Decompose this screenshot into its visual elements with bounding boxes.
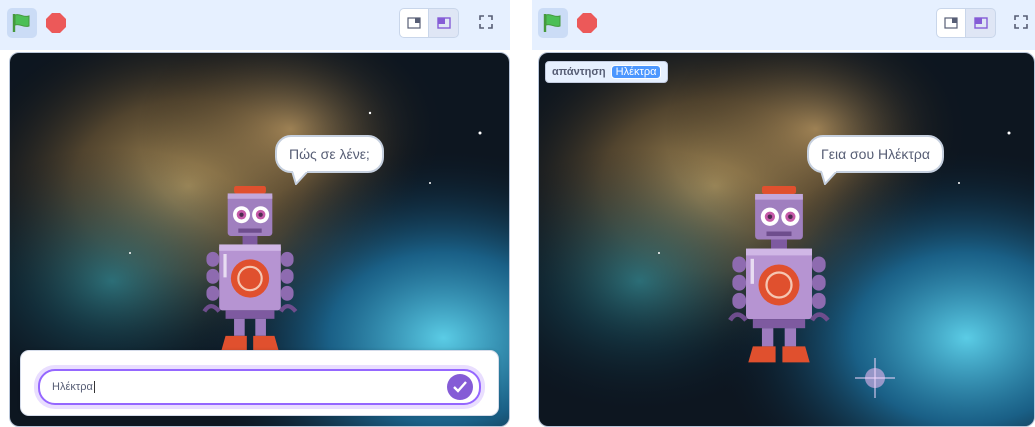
answer-input-text: Ηλέκτρα — [52, 381, 93, 393]
stop-button[interactable] — [41, 8, 71, 38]
stage-panel-ask: Πώς σε λένε; Ηλέκτρα — [0, 0, 510, 427]
speech-bubble-tail — [820, 171, 838, 185]
large-stage-icon — [436, 17, 451, 29]
answer-input[interactable]: Ηλέκτρα — [38, 369, 481, 405]
ask-prompt-box: Ηλέκτρα — [20, 350, 499, 416]
green-flag-icon — [12, 14, 30, 32]
green-flag-icon — [543, 14, 561, 32]
small-stage-icon — [407, 17, 421, 29]
fullscreen-icon — [479, 15, 493, 29]
answer-monitor[interactable]: απάντηση Ηλέκτρα — [545, 61, 669, 83]
large-stage-button[interactable] — [966, 8, 996, 38]
submit-answer-button[interactable] — [447, 374, 473, 400]
robot-sprite[interactable] — [719, 186, 839, 368]
check-icon — [453, 381, 467, 393]
stop-icon — [577, 13, 597, 33]
stop-icon — [46, 13, 66, 33]
robot-sprite[interactable] — [190, 186, 310, 356]
fullscreen-button[interactable] — [472, 8, 500, 36]
speech-text: Γεια σου Ηλέκτρα — [821, 146, 930, 162]
stage-toolbar — [532, 0, 1035, 50]
stop-button[interactable] — [572, 8, 602, 38]
monitor-value: Ηλέκτρα — [610, 65, 662, 79]
speech-bubble: Πώς σε λένε; — [275, 135, 384, 173]
monitor-label: απάντηση — [552, 66, 606, 78]
fullscreen-button[interactable] — [1007, 8, 1035, 36]
fullscreen-icon — [1014, 15, 1028, 29]
stage[interactable]: Πώς σε λένε; Ηλέκτρα — [9, 52, 510, 427]
text-cursor — [93, 381, 95, 393]
speech-bubble: Γεια σου Ηλέκτρα — [807, 135, 944, 173]
small-stage-icon — [944, 17, 958, 29]
small-stage-button[interactable] — [936, 8, 966, 38]
large-stage-button[interactable] — [429, 8, 459, 38]
green-flag-button[interactable] — [538, 8, 568, 38]
stage-panel-answer: απάντηση Ηλέκτρα Γεια σου Ηλέκτρα — [532, 0, 1035, 427]
large-stage-icon — [973, 17, 988, 29]
speech-text: Πώς σε λένε; — [289, 146, 370, 162]
small-stage-button[interactable] — [399, 8, 429, 38]
speech-bubble-tail — [291, 171, 309, 185]
stage-toolbar — [0, 0, 510, 50]
stage[interactable]: απάντηση Ηλέκτρα Γεια σου Ηλέκτρα — [538, 52, 1035, 427]
green-flag-button[interactable] — [7, 8, 37, 38]
